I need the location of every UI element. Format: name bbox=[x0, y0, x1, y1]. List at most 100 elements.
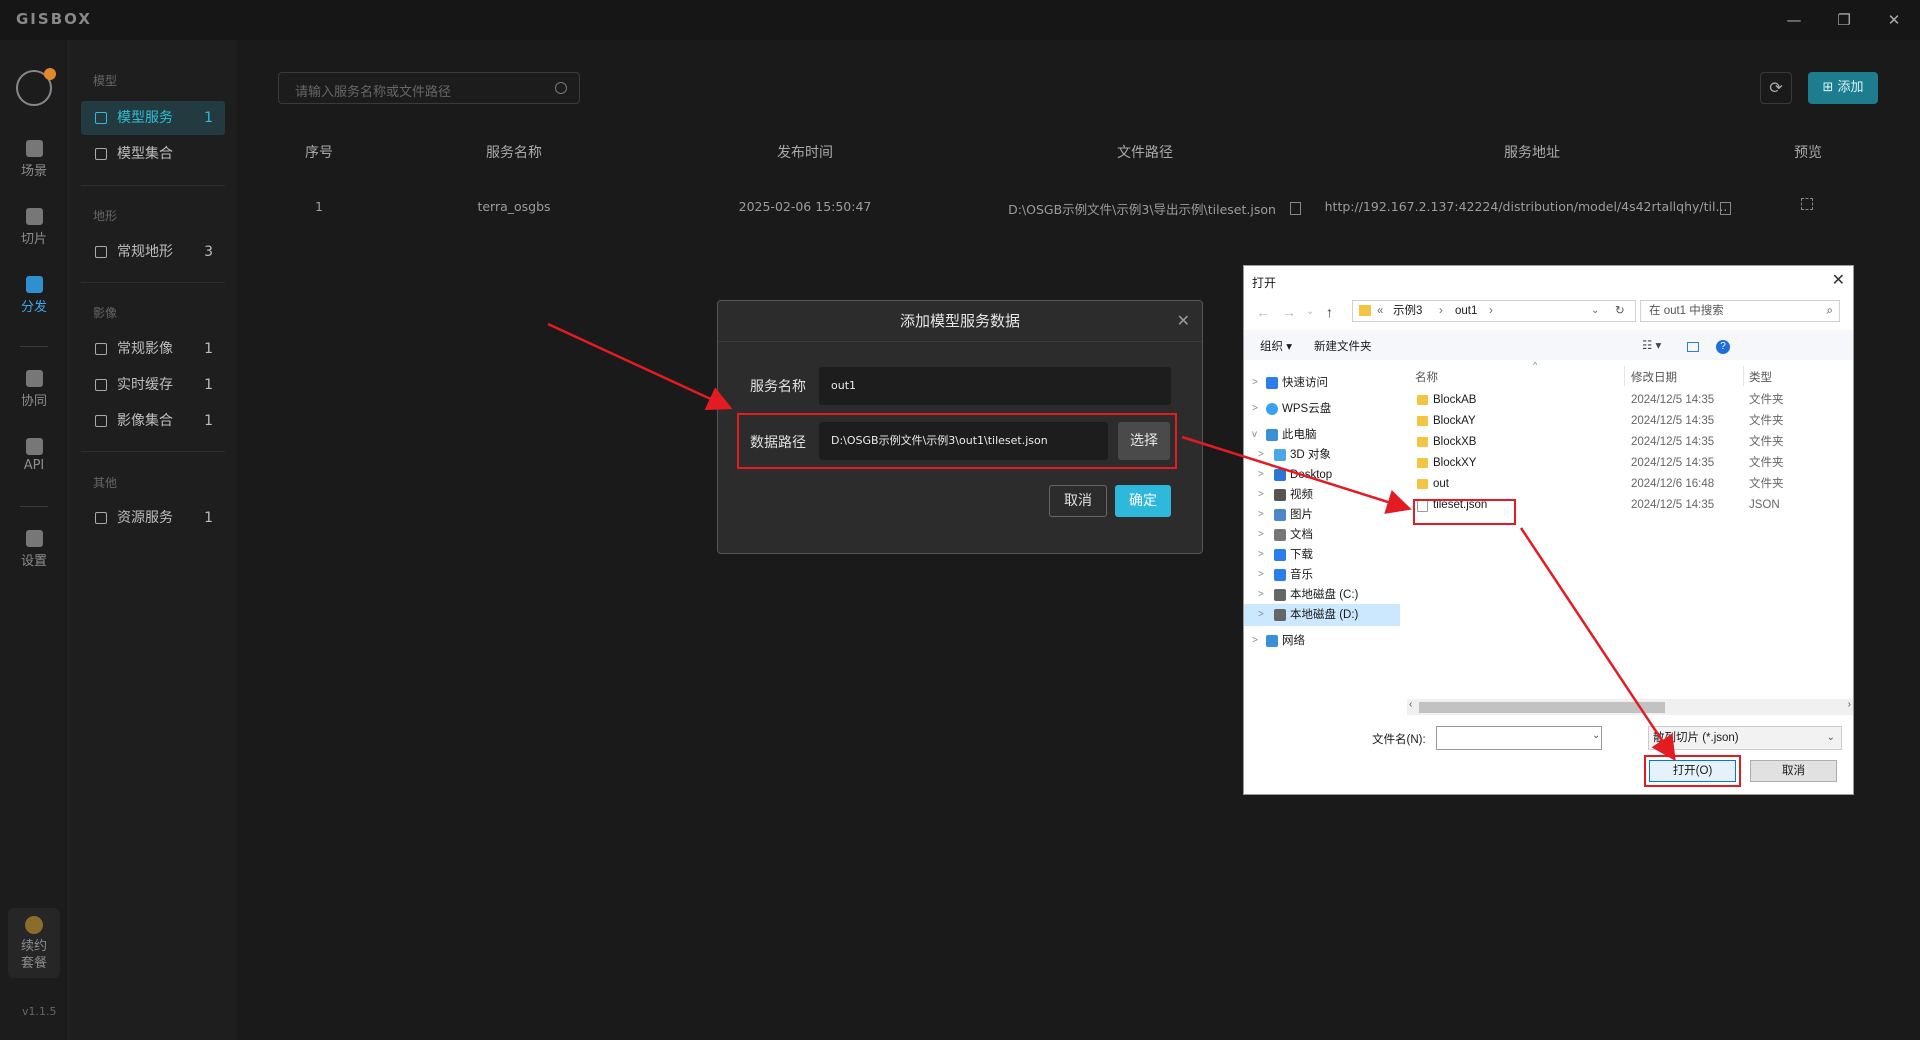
desktop-icon bbox=[1274, 469, 1286, 481]
tree-item-documents[interactable]: > 文档 bbox=[1244, 524, 1400, 546]
search-input[interactable]: 请输入服务名称或文件路径 bbox=[278, 72, 580, 104]
cancel-button[interactable]: 取消 bbox=[1049, 485, 1107, 517]
service-name-input[interactable]: out1 bbox=[819, 367, 1171, 405]
chevron-down-icon[interactable]: ⌄ bbox=[1591, 301, 1599, 321]
refresh-button[interactable]: ⟳ bbox=[1760, 72, 1792, 104]
tree-item-drive-c[interactable]: > 本地磁盘 (C:) bbox=[1244, 584, 1400, 606]
network-icon bbox=[1266, 635, 1278, 647]
file-search-input[interactable]: 在 out1 中搜索 ⌕ bbox=[1640, 300, 1840, 322]
rail-item-distribute[interactable]: 分发 bbox=[0, 276, 68, 315]
folder-icon bbox=[1417, 437, 1428, 447]
file-row[interactable]: BlockAY 2024/12/5 14:35 文件夹 bbox=[1407, 411, 1853, 432]
preview-pane-icon[interactable] bbox=[1687, 342, 1699, 352]
confirm-button[interactable]: 确定 bbox=[1115, 485, 1171, 517]
file-cancel-button[interactable]: 取消 bbox=[1750, 760, 1837, 782]
rail-item-api[interactable]: API bbox=[0, 438, 68, 473]
close-icon[interactable]: ✕ bbox=[1832, 270, 1845, 290]
open-file-dialog: 打开 ✕ ← → ⌄ ↑ « 示例3 › out1 › ⌄ ↻ 在 out1 中… bbox=[1243, 265, 1854, 795]
column-divider[interactable] bbox=[1743, 366, 1744, 386]
folder-icon bbox=[1417, 479, 1428, 489]
tree-item-videos[interactable]: > 视频 bbox=[1244, 484, 1400, 506]
sidebar-item-model-service[interactable]: 模型服务 1 bbox=[81, 101, 225, 135]
preview-icon[interactable] bbox=[1801, 198, 1813, 210]
model-icon bbox=[95, 112, 107, 124]
up-icon[interactable]: ↑ bbox=[1326, 304, 1333, 320]
rail-item-scene[interactable]: 场景 bbox=[0, 140, 68, 179]
tree-item-quick-access[interactable]: > 快速访问 bbox=[1244, 372, 1400, 394]
help-icon[interactable]: ? bbox=[1716, 340, 1730, 354]
close-button[interactable]: ✕ bbox=[1880, 8, 1908, 32]
group-title-other: 其他 bbox=[93, 476, 118, 490]
address-bar[interactable]: « 示例3 › out1 › ⌄ ↻ bbox=[1352, 300, 1636, 322]
tree-item-music[interactable]: > 音乐 bbox=[1244, 564, 1400, 586]
minimize-button[interactable]: — bbox=[1780, 8, 1808, 32]
scroll-left-icon[interactable]: ‹ bbox=[1409, 699, 1412, 710]
sidebar-item-imagery[interactable]: 常规影像 1 bbox=[81, 332, 225, 366]
back-icon[interactable]: ← bbox=[1256, 304, 1270, 320]
tree-item-network[interactable]: > 网络 bbox=[1244, 630, 1400, 652]
tree-item-pictures[interactable]: > 图片 bbox=[1244, 504, 1400, 526]
column-header-type[interactable]: 类型 bbox=[1749, 369, 1772, 385]
breadcrumb-item[interactable]: out1 bbox=[1455, 301, 1477, 321]
folder-icon bbox=[1417, 416, 1428, 426]
cell-name: terra_osgbs bbox=[477, 199, 551, 214]
group-title-terrain: 地形 bbox=[93, 209, 118, 223]
add-button[interactable]: ⊞ 添加 bbox=[1808, 72, 1878, 104]
arrow-to-path-field bbox=[547, 322, 733, 410]
rail-item-collab[interactable]: 协同 bbox=[0, 370, 68, 409]
sidebar-item-terrain[interactable]: 常规地形 3 bbox=[81, 235, 225, 269]
document-icon bbox=[1274, 529, 1286, 541]
rail-item-slice[interactable]: 切片 bbox=[0, 208, 68, 247]
history-dropdown-icon[interactable]: ⌄ bbox=[1306, 306, 1314, 317]
copy-icon[interactable] bbox=[1290, 202, 1301, 215]
image-icon bbox=[95, 343, 107, 355]
new-folder-button[interactable]: 新建文件夹 bbox=[1314, 338, 1372, 354]
file-type-select[interactable]: 散列切片 (*.json) ⌄ bbox=[1648, 726, 1842, 750]
scrollbar-thumb[interactable] bbox=[1419, 702, 1665, 713]
sidebar-item-image-collection[interactable]: 影像集合 1 bbox=[81, 404, 225, 438]
picture-icon bbox=[1274, 509, 1286, 521]
tree-item-downloads[interactable]: > 下载 bbox=[1244, 544, 1400, 566]
search-icon bbox=[555, 82, 567, 94]
organize-button[interactable]: 组织 ▾ bbox=[1260, 338, 1292, 354]
tree-item-desktop[interactable]: > Desktop bbox=[1244, 464, 1400, 486]
divider bbox=[81, 185, 225, 186]
maximize-button[interactable]: ❐ bbox=[1830, 8, 1858, 32]
breadcrumb-item[interactable]: 示例3 bbox=[1393, 301, 1422, 321]
tree-item-wps-cloud[interactable]: > WPS云盘 bbox=[1244, 398, 1400, 420]
sidebar-item-resource-service[interactable]: 资源服务 1 bbox=[81, 501, 225, 535]
file-row[interactable]: out 2024/12/6 16:48 文件夹 bbox=[1407, 474, 1853, 495]
resource-icon bbox=[95, 512, 107, 524]
renew-plan-button[interactable]: 续约 套餐 bbox=[8, 908, 60, 978]
view-options-icon[interactable]: ☷ ▾ bbox=[1642, 338, 1661, 352]
rail-item-settings[interactable]: 设置 bbox=[0, 530, 68, 569]
navigation-tree: > 快速访问 > WPS云盘 v 此电脑 >3D 对象 > Desktop > 视频 > 图… bbox=[1244, 364, 1402, 710]
file-row[interactable]: BlockXY 2024/12/5 14:35 文件夹 bbox=[1407, 453, 1853, 474]
sidebar-item-model-collection[interactable]: 模型集合 bbox=[81, 137, 225, 171]
column-divider[interactable] bbox=[1624, 366, 1625, 386]
forward-icon[interactable]: → bbox=[1282, 304, 1296, 320]
cell-url: http://192.167.2.137:42224/distribution/… bbox=[1324, 199, 1728, 214]
close-icon[interactable]: ✕ bbox=[1177, 311, 1190, 330]
copy-icon[interactable] bbox=[1720, 202, 1731, 215]
settings-icon bbox=[25, 530, 43, 547]
scroll-right-icon[interactable]: › bbox=[1848, 699, 1851, 710]
refresh-icon[interactable]: ↻ bbox=[1615, 301, 1625, 321]
tree-item-drive-d[interactable]: > 本地磁盘 (D:) bbox=[1244, 604, 1400, 626]
file-row[interactable]: BlockXB 2024/12/5 14:35 文件夹 bbox=[1407, 432, 1853, 453]
distribute-icon bbox=[25, 276, 43, 293]
column-header-name[interactable]: 名称 bbox=[1415, 369, 1438, 385]
terrain-icon bbox=[95, 246, 107, 258]
cell-time: 2025-02-06 15:50:47 bbox=[738, 199, 872, 214]
chevron-down-icon[interactable]: ⌄ bbox=[1592, 730, 1600, 741]
sidebar-item-realtime-cache[interactable]: 实时缓存 1 bbox=[81, 368, 225, 402]
horizontal-scrollbar[interactable]: ‹ › bbox=[1407, 699, 1853, 715]
file-row[interactable]: BlockAB 2024/12/5 14:35 文件夹 bbox=[1407, 390, 1853, 411]
column-header-date[interactable]: 修改日期 bbox=[1631, 369, 1677, 385]
tree-item-this-pc[interactable]: v 此电脑 bbox=[1244, 424, 1400, 446]
annotation-highlight-box bbox=[1413, 499, 1516, 525]
filename-input[interactable] bbox=[1436, 726, 1602, 750]
divider bbox=[20, 506, 48, 507]
tree-item-3d-objects[interactable]: >3D 对象 bbox=[1244, 444, 1400, 466]
folder-icon bbox=[1417, 395, 1428, 405]
